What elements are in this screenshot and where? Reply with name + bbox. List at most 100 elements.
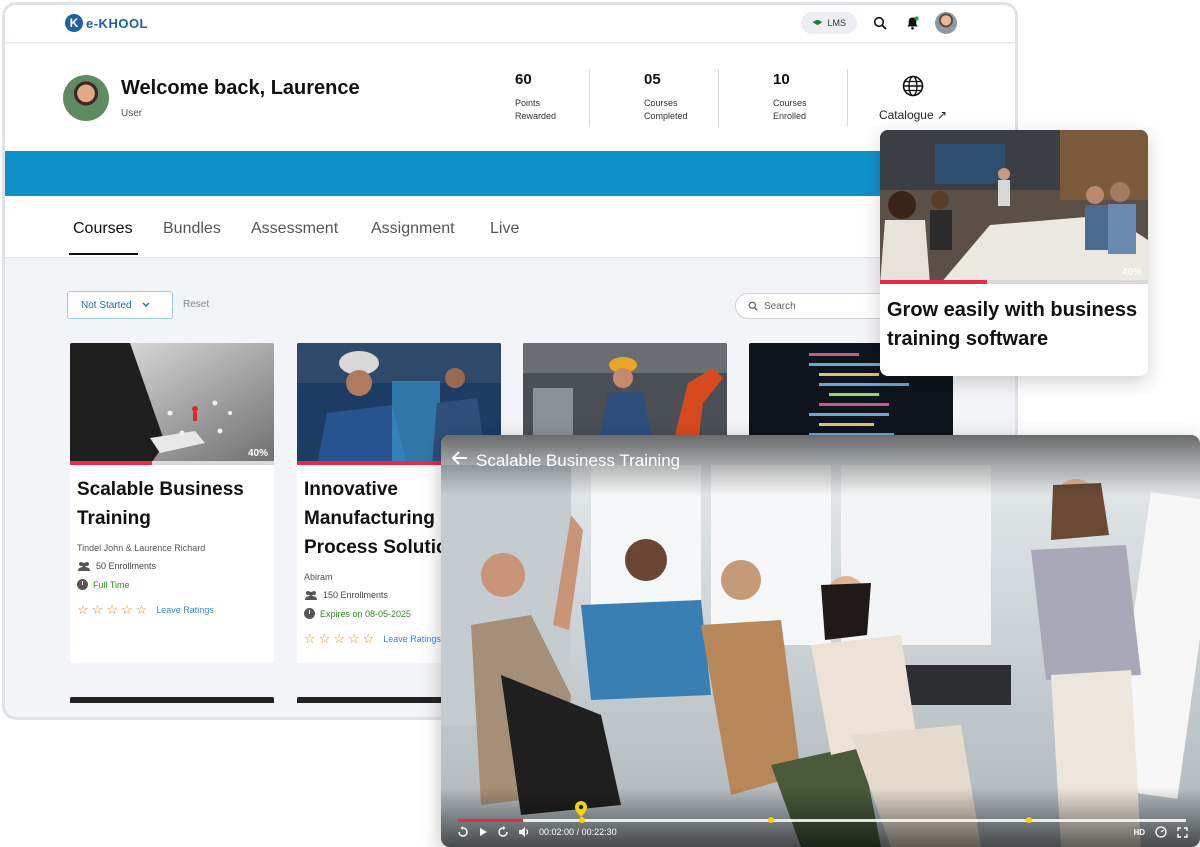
course-thumbnail: 40% (70, 343, 274, 465)
top-navigation-bar: K e-KHOOL LMS (5, 5, 1015, 43)
star-icon[interactable]: ☆ (106, 602, 118, 618)
course-search-input[interactable]: Search (735, 293, 895, 319)
fullscreen-icon[interactable] (1177, 826, 1188, 838)
search-icon (873, 16, 887, 30)
featured-progress-bar (880, 280, 1148, 284)
status-filter-dropdown[interactable]: Not Started (67, 291, 173, 319)
globe-icon (902, 75, 924, 97)
user-avatar[interactable] (935, 12, 957, 34)
star-icon[interactable]: ☆ (92, 602, 104, 618)
stat-label: Courses Completed (644, 98, 688, 121)
progress-percent: 40% (1121, 267, 1142, 278)
leave-ratings-link[interactable]: Leave Ratings (156, 605, 214, 615)
search-icon (748, 301, 758, 311)
search-button[interactable] (871, 14, 889, 32)
tab-bundles[interactable]: Bundles (163, 220, 221, 238)
play-icon[interactable] (478, 827, 488, 837)
graduation-cap-icon (812, 19, 823, 26)
current-time: 00:02:00 (539, 827, 575, 837)
course-card-preview (70, 697, 274, 703)
star-icon[interactable]: ☆ (121, 602, 133, 618)
course-tabs: Courses Bundles Assessment Assignment Li… (5, 196, 1015, 258)
stat-label: Points Rewarded (515, 98, 557, 121)
featured-thumbnail: 40% (880, 130, 1148, 284)
profile-avatar (63, 75, 109, 121)
chevron-down-icon (142, 302, 150, 307)
enrollments-text: 50 Enrollments (96, 561, 157, 571)
stat-value: 05 (644, 71, 661, 88)
time-display: 00:02:00 / 00:22:30 (539, 827, 617, 837)
seek-progress (458, 819, 523, 822)
course-card[interactable]: 40% Scalable Business Training Tindel Jo… (70, 343, 274, 663)
location-pin-icon[interactable] (574, 800, 588, 818)
users-icon (305, 591, 317, 600)
course-status: Full Time (77, 579, 267, 590)
featured-title[interactable]: Grow easily with business training softw… (887, 296, 1141, 354)
video-player[interactable]: Scalable Business Training 00:02:00 / 00… (441, 435, 1200, 847)
forward-icon[interactable] (497, 826, 509, 838)
app-logo[interactable]: K e-KHOOL (65, 14, 148, 32)
active-tab-indicator (69, 253, 138, 255)
progress-percent: 40% (247, 448, 268, 459)
star-icon[interactable]: ☆ (136, 602, 148, 618)
stat-divider (589, 69, 590, 127)
stat-completed: 05 Courses Completed (644, 71, 744, 123)
bell-icon (906, 16, 918, 30)
featured-progress-fill (880, 280, 988, 284)
player-settings: HD (1133, 826, 1188, 838)
volume-icon[interactable] (518, 826, 530, 838)
tab-courses[interactable]: Courses (73, 220, 133, 238)
star-icon[interactable]: ☆ (333, 631, 345, 647)
course-title[interactable]: Scalable Business Training (77, 475, 267, 533)
user-role: User (121, 108, 143, 119)
star-icon[interactable]: ☆ (348, 631, 360, 647)
player-controls-bar (441, 787, 1200, 847)
back-arrow-icon[interactable] (451, 449, 469, 467)
star-icon[interactable]: ☆ (77, 602, 89, 618)
playback-controls: 00:02:00 / 00:22:30 (457, 826, 617, 838)
course-progress-bar (70, 461, 274, 465)
rewind-icon[interactable] (457, 826, 469, 838)
stat-label: Courses Enrolled (773, 98, 807, 121)
tab-assignment[interactable]: Assignment (371, 220, 455, 238)
course-enrollments: 50 Enrollments (77, 561, 267, 571)
course-progress-fill (70, 461, 152, 465)
clock-icon (77, 579, 88, 590)
star-icon[interactable]: ☆ (319, 631, 331, 647)
catalogue-link[interactable]: Catalogue ↗ (871, 75, 955, 122)
logo-mark: K (65, 14, 83, 32)
stat-value: 60 (515, 71, 532, 88)
seek-bar[interactable] (458, 817, 1186, 823)
status-text: Expires on 08-05-2025 (320, 608, 412, 619)
tab-live[interactable]: Live (490, 220, 519, 238)
tab-assessment[interactable]: Assessment (251, 220, 338, 238)
course-thumbnail (523, 343, 727, 443)
lms-switch-button[interactable]: LMS (801, 12, 857, 34)
leave-ratings-link[interactable]: Leave Ratings (383, 634, 441, 644)
welcome-heading: Welcome back, Laurence (121, 77, 360, 99)
time-separator: / (576, 827, 580, 837)
course-rating: ☆ ☆ ☆ ☆ ☆ Leave Ratings (77, 602, 267, 618)
clock-icon (304, 608, 315, 619)
course-card[interactable] (523, 343, 727, 443)
stat-divider (847, 69, 848, 127)
course-author: Tindel John & Laurence Richard (77, 543, 206, 553)
stat-enrolled: 10 Courses Enrolled (773, 71, 873, 123)
star-icon[interactable]: ☆ (363, 631, 375, 647)
video-frame (441, 435, 1200, 847)
chapter-marker[interactable] (768, 817, 775, 823)
profile-header: Welcome back, Laurence User 60 Points Re… (5, 44, 1015, 152)
enrollments-text: 150 Enrollments (323, 590, 389, 600)
quality-button[interactable]: HD (1133, 828, 1145, 837)
status-filter-value: Not Started (81, 299, 132, 311)
stat-points: 60 Points Rewarded (515, 71, 615, 123)
notifications-button[interactable] (903, 14, 921, 32)
star-icon[interactable]: ☆ (304, 631, 316, 647)
featured-course-card[interactable]: 40% Grow easily with business training s… (880, 130, 1148, 376)
reset-button[interactable]: Reset (183, 299, 209, 310)
stat-divider (718, 69, 719, 127)
lms-label: LMS (827, 18, 846, 28)
logo-text: e-KHOOL (86, 15, 148, 31)
search-placeholder: Search (764, 300, 796, 312)
speed-icon[interactable] (1155, 826, 1167, 838)
